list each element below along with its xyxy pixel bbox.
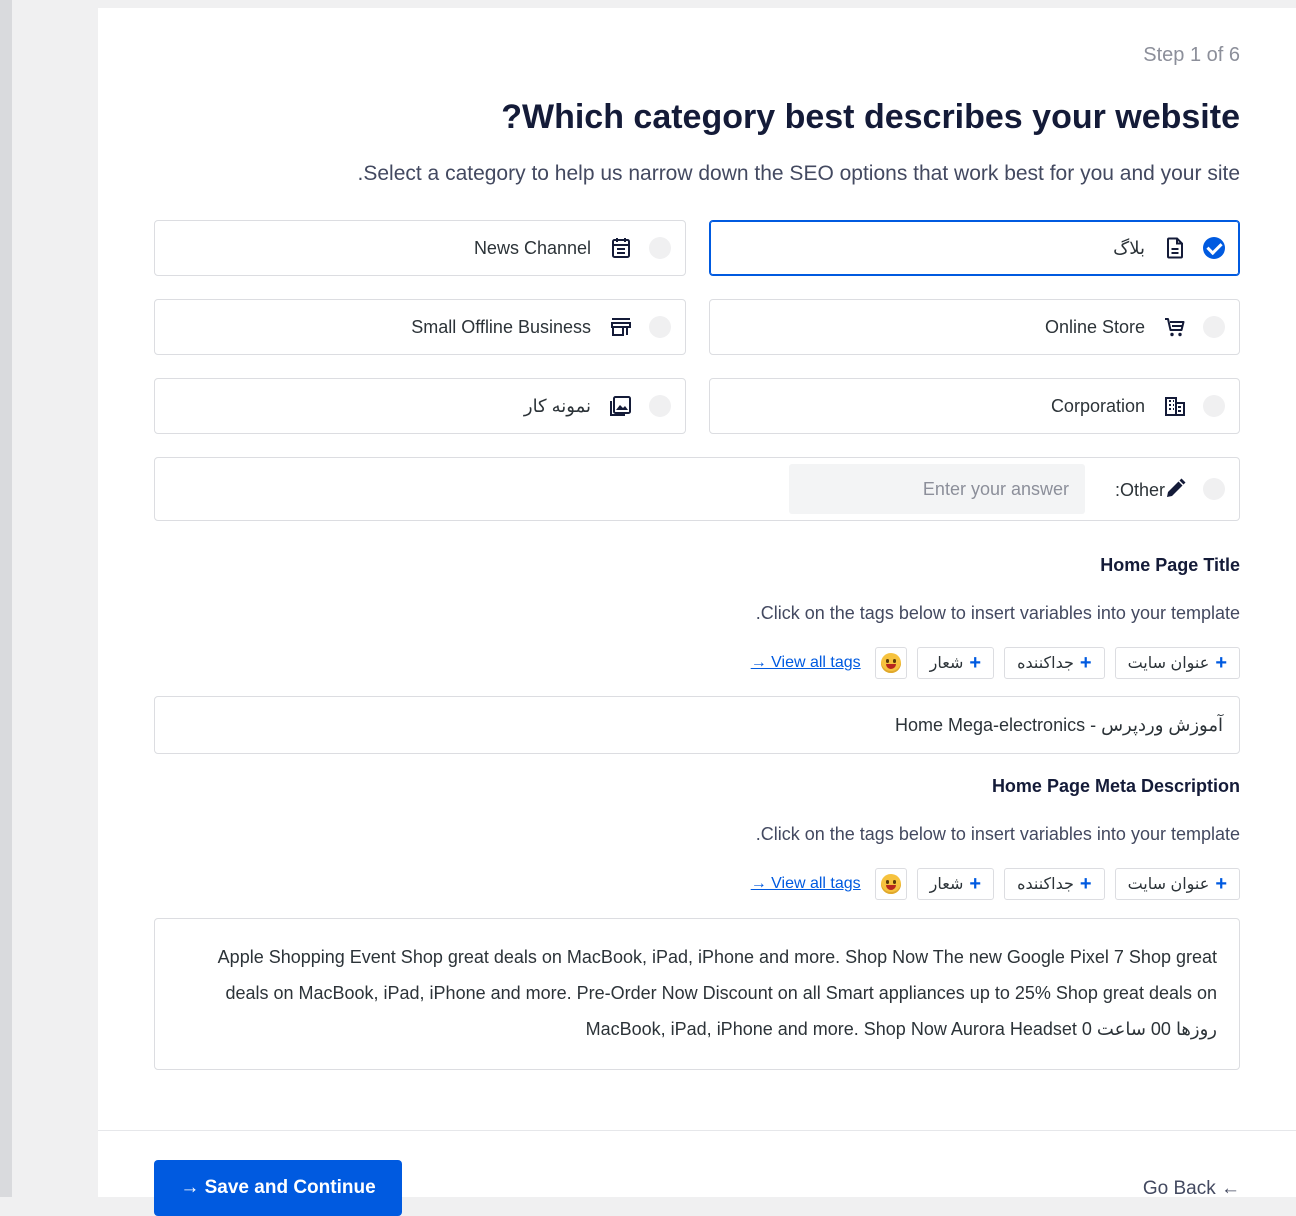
option-online-store[interactable]: Online Store (709, 299, 1240, 355)
footer-divider (98, 1130, 1296, 1131)
view-all-tags-link[interactable]: → View all tags (747, 875, 865, 893)
radio-icon (1203, 478, 1225, 500)
page-subtitle: .Select a category to help us narrow dow… (357, 162, 1240, 185)
tag-label: عنوان سایت (1127, 655, 1210, 672)
plus-icon: + (969, 873, 982, 895)
option-label: News Channel (473, 238, 591, 258)
radio-icon (649, 316, 671, 338)
radio-checked-icon (1203, 237, 1225, 259)
cart-icon (1165, 318, 1185, 337)
option-small-offline-business[interactable]: Small Offline Business (154, 299, 686, 355)
plus-icon: + (1215, 873, 1227, 895)
tag-separator[interactable]: + جداکننده (1004, 868, 1105, 900)
tag-label: شعار (929, 876, 964, 893)
tag-label: شعار (929, 655, 964, 672)
page-title: ?Which category best describes your webs… (501, 98, 1240, 136)
other-label: :Other (1114, 480, 1165, 500)
other-answer-input[interactable] (789, 464, 1085, 514)
tag-tagline[interactable]: + شعار (916, 868, 995, 900)
plus-icon: + (1079, 652, 1092, 674)
document-icon (1167, 237, 1183, 259)
option-label: Small Offline Business (411, 317, 591, 337)
option-label: نمونه کار (523, 396, 591, 416)
tag-separator[interactable]: + جداکننده (1004, 647, 1105, 679)
tag-label: عنوان سایت (1127, 876, 1210, 893)
option-portfolio[interactable]: نمونه کار (154, 378, 686, 434)
store-icon (611, 318, 631, 336)
home-title-tags: + عنوان سایت + جداکننده + شعار → View al… (747, 647, 1240, 679)
tag-label: جداکننده (1017, 655, 1074, 672)
option-corporation[interactable]: Corporation (709, 378, 1240, 434)
image-icon (610, 396, 631, 416)
option-label: Online Store (1044, 317, 1145, 337)
radio-icon (649, 237, 671, 259)
plus-icon: + (1079, 873, 1092, 895)
smiley-emoji-icon (880, 653, 901, 673)
tag-site-title[interactable]: + عنوان سایت (1114, 647, 1240, 679)
view-all-tags-link[interactable]: → View all tags (747, 654, 865, 672)
option-news-channel[interactable]: News Channel (154, 220, 686, 276)
step-indicator: Step 1 of 6 (1143, 44, 1240, 66)
building-icon (1165, 397, 1185, 416)
pencil-icon (1167, 478, 1186, 497)
home-meta-textarea[interactable]: Apple Shopping Event Shop great deals on… (154, 918, 1240, 1070)
home-title-help: .Click on the tags below to insert varia… (755, 603, 1240, 623)
tag-label: جداکننده (1017, 876, 1074, 893)
tag-tagline[interactable]: + شعار (916, 647, 995, 679)
left-edge (0, 0, 12, 1197)
home-meta-tags: + عنوان سایت + جداکننده + شعار → View al… (747, 868, 1240, 900)
option-label: بلاگ (1113, 238, 1145, 258)
home-title-input[interactable]: Home Mega-electronics - آموزش وردپرس (154, 696, 1240, 754)
radio-icon (649, 395, 671, 417)
option-label: Corporation (1050, 396, 1145, 416)
plus-icon: + (1215, 652, 1227, 674)
save-and-continue-button[interactable]: → Save and Continue (154, 1160, 402, 1216)
emoji-button[interactable] (874, 647, 907, 679)
tag-site-title[interactable]: + عنوان سایت (1114, 868, 1240, 900)
smiley-emoji-icon (880, 874, 901, 894)
news-icon (612, 238, 630, 258)
home-meta-label: Home Page Meta Description (991, 776, 1240, 796)
emoji-button[interactable] (874, 868, 907, 900)
home-meta-help: .Click on the tags below to insert varia… (755, 824, 1240, 844)
home-title-label: Home Page Title (1100, 555, 1240, 575)
option-blog[interactable]: بلاگ (709, 220, 1240, 276)
radio-icon (1203, 395, 1225, 417)
setup-wizard-card: Step 1 of 6 ?Which category best describ… (98, 8, 1296, 1216)
option-other[interactable]: :Other (154, 457, 1240, 521)
plus-icon: + (969, 652, 982, 674)
radio-icon (1203, 316, 1225, 338)
